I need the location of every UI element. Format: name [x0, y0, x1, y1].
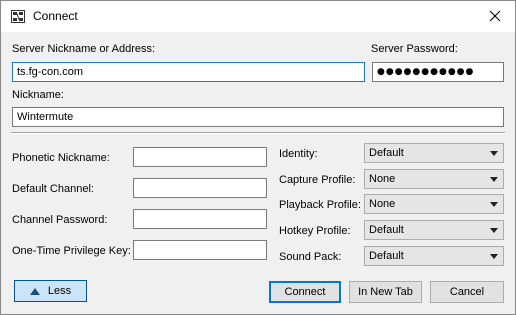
connect-button[interactable]: Connect — [269, 281, 341, 303]
chevron-down-icon — [490, 228, 498, 233]
connect-button-label: Connect — [284, 286, 326, 298]
capture-profile-value: None — [369, 173, 396, 185]
identity-value: Default — [369, 147, 404, 159]
privilege-key-label: One-Time Privilege Key: — [12, 245, 131, 257]
sound-pack-select[interactable]: Default — [364, 246, 504, 266]
less-button[interactable]: Less — [14, 280, 87, 302]
less-button-label: Less — [47, 285, 72, 297]
title-bar: Connect — [1, 1, 515, 32]
default-channel-input[interactable] — [133, 178, 267, 198]
section-divider — [11, 132, 505, 134]
server-password-input[interactable]: ●●●●●●●●●●● — [372, 62, 504, 82]
playback-profile-label: Playback Profile: — [279, 199, 361, 211]
nickname-input[interactable] — [12, 107, 504, 127]
playback-profile-value: None — [369, 198, 396, 210]
hotkey-profile-label: Hotkey Profile: — [279, 225, 351, 237]
playback-profile-select[interactable]: None — [364, 194, 504, 214]
sound-pack-value: Default — [369, 250, 404, 262]
capture-profile-label: Capture Profile: — [279, 174, 356, 186]
channel-password-input[interactable] — [133, 209, 267, 229]
identity-label: Identity: — [279, 148, 318, 160]
new-tab-button-label: In New Tab — [358, 286, 413, 298]
identity-select[interactable]: Default — [364, 143, 504, 163]
close-button[interactable] — [483, 5, 507, 27]
phonetic-nickname-input[interactable] — [133, 147, 267, 167]
hotkey-profile-select[interactable]: Default — [364, 220, 504, 240]
chevron-down-icon — [490, 177, 498, 182]
chevron-down-icon — [490, 254, 498, 259]
hotkey-profile-value: Default — [369, 224, 404, 236]
sound-pack-label: Sound Pack: — [279, 251, 342, 263]
phonetic-nickname-label: Phonetic Nickname: — [12, 152, 110, 164]
chevron-down-icon — [490, 202, 498, 207]
new-tab-button[interactable]: In New Tab — [349, 281, 422, 303]
cancel-button-label: Cancel — [449, 286, 485, 298]
close-icon — [489, 10, 501, 22]
server-address-input[interactable] — [12, 62, 365, 82]
connect-dialog: Connect Server Nickname or Address: Serv… — [0, 0, 516, 315]
privilege-key-input[interactable] — [133, 240, 267, 260]
triangle-up-icon — [29, 287, 40, 295]
server-address-label: Server Nickname or Address: — [12, 43, 156, 55]
chevron-down-icon — [490, 151, 498, 156]
cancel-button[interactable]: Cancel — [430, 281, 504, 303]
window-title: Connect — [33, 9, 78, 23]
default-channel-label: Default Channel: — [12, 183, 94, 195]
server-password-label: Server Password: — [371, 43, 458, 55]
channel-password-label: Channel Password: — [12, 214, 108, 226]
nickname-label: Nickname: — [12, 89, 64, 101]
capture-profile-select[interactable]: None — [364, 169, 504, 189]
connect-icon — [11, 10, 25, 23]
